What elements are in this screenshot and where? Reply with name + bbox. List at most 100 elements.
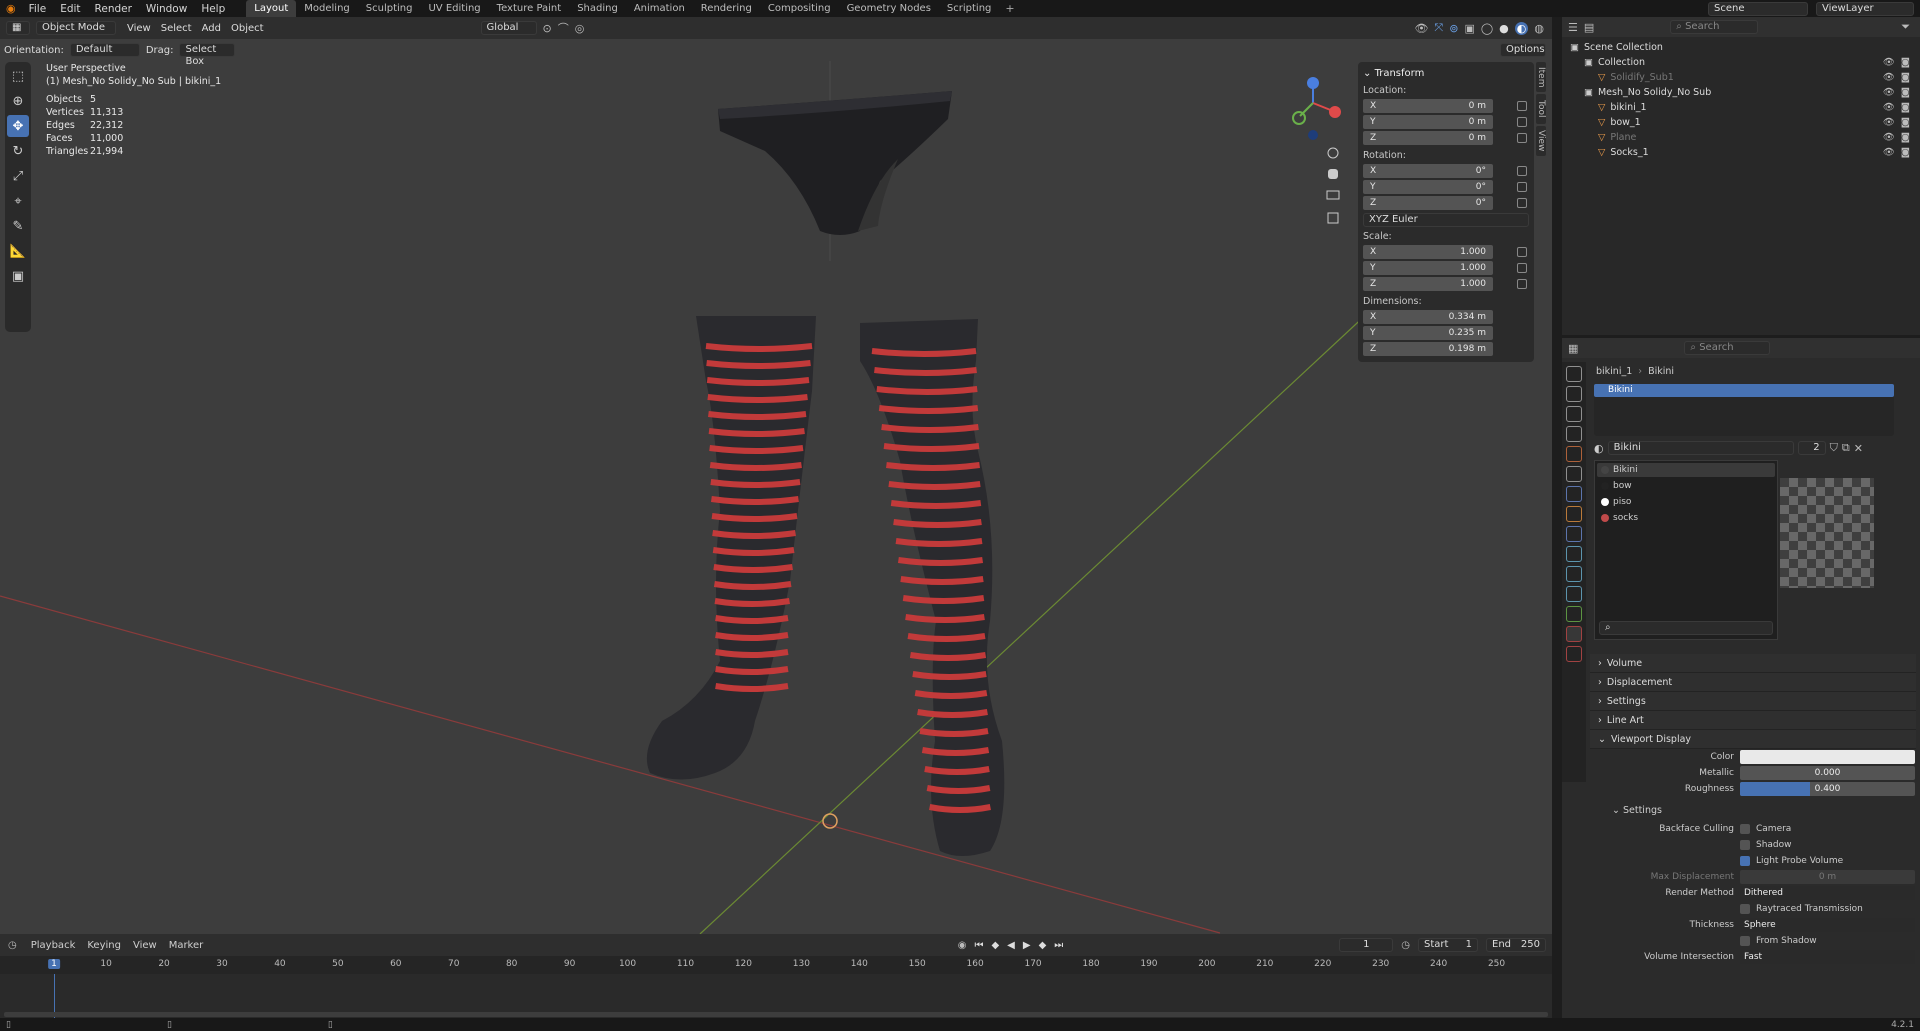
data-tab-icon[interactable] (1566, 606, 1582, 622)
lock-icon[interactable] (1517, 263, 1527, 273)
constraints-tab-icon[interactable] (1566, 586, 1582, 602)
dimensions-x-field[interactable]: X 0.334 m (1363, 310, 1493, 324)
workspace-tab-compositing[interactable]: Compositing (760, 0, 839, 17)
visibility-eye-icon[interactable]: 👁 (1883, 117, 1895, 128)
play-icon[interactable]: ▶ (1023, 940, 1031, 951)
material-list-item[interactable]: piso (1597, 495, 1775, 509)
transform-tool-icon[interactable]: ⌖ (7, 190, 29, 212)
workspace-tab-shading[interactable]: Shading (569, 0, 626, 17)
move-tool-icon[interactable]: ✥ (7, 115, 29, 137)
cursor-tool-icon[interactable]: ⊕ (7, 90, 29, 112)
workspace-tab-rendering[interactable]: Rendering (693, 0, 760, 17)
lock-icon[interactable] (1517, 279, 1527, 289)
visibility-icon[interactable]: 👁 (1414, 22, 1428, 35)
filter-icon[interactable]: ⏷ (1901, 20, 1910, 34)
snap-icon[interactable]: ⌒ (558, 20, 569, 36)
workspace-tab-sculpting[interactable]: Sculpting (358, 0, 421, 17)
location-x-field[interactable]: X 0 m (1363, 99, 1493, 113)
scene-canvas[interactable] (0, 61, 1552, 934)
metallic-slider[interactable]: 0.000 (1740, 766, 1915, 780)
lock-icon[interactable] (1517, 182, 1527, 192)
jump-start-icon[interactable]: ⏮ (974, 940, 983, 951)
display-mode-icon[interactable]: ▤ (1584, 21, 1594, 34)
sidebar-tab-view[interactable]: View (1536, 126, 1546, 156)
sidebar-tab-tool[interactable]: Tool (1536, 94, 1546, 124)
material-list-item[interactable]: bow (1597, 479, 1775, 493)
dimensions-z-field[interactable]: Z 0.198 m (1363, 342, 1493, 356)
panel-viewport-display[interactable]: ⌄ Viewport Display (1590, 730, 1916, 749)
shading-solid-icon[interactable]: ● (1499, 22, 1509, 35)
modifiers-tab-icon[interactable] (1566, 526, 1582, 542)
rotate-tool-icon[interactable]: ↻ (7, 140, 29, 162)
fake-user-icon[interactable]: ⛉ (1830, 441, 1838, 455)
scale-x-field[interactable]: X 1.000 (1363, 245, 1493, 259)
outliner-row[interactable]: ▽ bow_1 👁 ◙ (1562, 115, 1920, 130)
blender-logo-icon[interactable]: ◉ (0, 2, 22, 15)
jump-end-icon[interactable]: ⏭ (1054, 940, 1063, 951)
timeline-editor-icon[interactable]: ◷ (8, 940, 17, 951)
collection-tab-icon[interactable] (1566, 486, 1582, 502)
physics-tab-icon[interactable] (1566, 566, 1582, 582)
play-reverse-icon[interactable]: ◀ (1007, 940, 1015, 951)
pan-hand-icon[interactable] (1328, 169, 1338, 179)
lock-icon[interactable] (1517, 247, 1527, 257)
visibility-eye-icon[interactable]: 👁 (1883, 102, 1895, 113)
overlay-toggle-icon[interactable]: ⊚ (1449, 22, 1458, 35)
render-tab-icon[interactable] (1566, 386, 1582, 402)
panel-line-art[interactable]: › Line Art (1590, 711, 1916, 730)
add-workspace-icon[interactable]: + (999, 2, 1020, 15)
menu-file[interactable]: File (22, 3, 54, 15)
xray-icon[interactable]: ▣ (1464, 22, 1474, 35)
thickness-dropdown[interactable]: Sphere (1740, 918, 1915, 932)
lock-icon[interactable] (1517, 198, 1527, 208)
prev-keyframe-icon[interactable]: ◆ (991, 940, 999, 951)
settings-subpanel-header[interactable]: ⌄ Settings (1596, 801, 1916, 821)
material-list-item[interactable]: socks (1597, 511, 1775, 525)
timeline-menu-playback[interactable]: Playback (25, 940, 82, 951)
from-shadow-checkbox[interactable] (1740, 936, 1750, 946)
shadow-checkbox[interactable] (1740, 840, 1750, 850)
shading-rendered-icon[interactable]: ◍ (1534, 22, 1544, 35)
timeline-scrollbar[interactable] (4, 1012, 1548, 1017)
pivot-icon[interactable]: ⊙ (543, 22, 552, 35)
rotation-x-field[interactable]: X 0° (1363, 164, 1493, 178)
workspace-tab-uv-editing[interactable]: UV Editing (420, 0, 488, 17)
workspace-tab-geometry-nodes[interactable]: Geometry Nodes (839, 0, 939, 17)
scale-tool-icon[interactable]: ⤢ (7, 165, 29, 187)
ortho-toggle-icon[interactable] (1327, 212, 1339, 224)
properties-search[interactable]: ⌕ Search (1684, 341, 1771, 355)
orientation-dropdown[interactable]: Default (69, 43, 140, 57)
scene-tab-icon[interactable] (1566, 446, 1582, 462)
menu-edit[interactable]: Edit (53, 3, 87, 15)
preview-range-icon[interactable]: ◷ (1401, 940, 1410, 951)
material-slots-list[interactable]: Bikini (1594, 384, 1894, 436)
visibility-eye-icon[interactable]: 👁 (1883, 57, 1895, 68)
start-frame-field[interactable]: Start 1 (1418, 938, 1478, 952)
render-camera-icon[interactable]: ◙ (1901, 72, 1910, 83)
visibility-eye-icon[interactable]: 👁 (1883, 87, 1895, 98)
workspace-tab-scripting[interactable]: Scripting (939, 0, 999, 17)
viewport-menu-object[interactable]: Object (226, 23, 269, 34)
visibility-eye-icon[interactable]: 👁 (1883, 132, 1895, 143)
navigation-gizmo[interactable] (1292, 77, 1341, 140)
viewport-menu-view[interactable]: View (122, 23, 156, 34)
viewport-menu-select[interactable]: Select (156, 23, 197, 34)
timeline-menu-view[interactable]: View (127, 940, 163, 951)
output-tab-icon[interactable] (1566, 406, 1582, 422)
render-camera-icon[interactable]: ◙ (1901, 117, 1910, 128)
camera-view-icon[interactable] (1326, 190, 1340, 200)
lock-icon[interactable] (1517, 117, 1527, 127)
shading-wireframe-icon[interactable]: ◯ (1481, 22, 1493, 35)
3d-cursor-icon[interactable] (822, 813, 838, 829)
material-list-item[interactable]: Bikini (1597, 463, 1775, 477)
camera-checkbox[interactable] (1740, 824, 1750, 834)
3d-viewport[interactable]: ▦ Object Mode View Select Add Object Global… (0, 17, 1552, 934)
render-camera-icon[interactable]: ◙ (1901, 132, 1910, 143)
outliner-row[interactable]: ▣ Collection 👁 ◙ (1562, 55, 1920, 70)
menu-window[interactable]: Window (139, 3, 194, 15)
next-keyframe-icon[interactable]: ◆ (1039, 940, 1047, 951)
gizmo-toggle-icon[interactable]: ⤧ (1434, 21, 1443, 35)
timeline-menu-keying[interactable]: Keying (81, 940, 127, 951)
scale-z-field[interactable]: Z 1.000 (1363, 277, 1493, 291)
outliner-row[interactable]: ▣ Mesh_No Solidy_No Sub 👁 ◙ (1562, 85, 1920, 100)
